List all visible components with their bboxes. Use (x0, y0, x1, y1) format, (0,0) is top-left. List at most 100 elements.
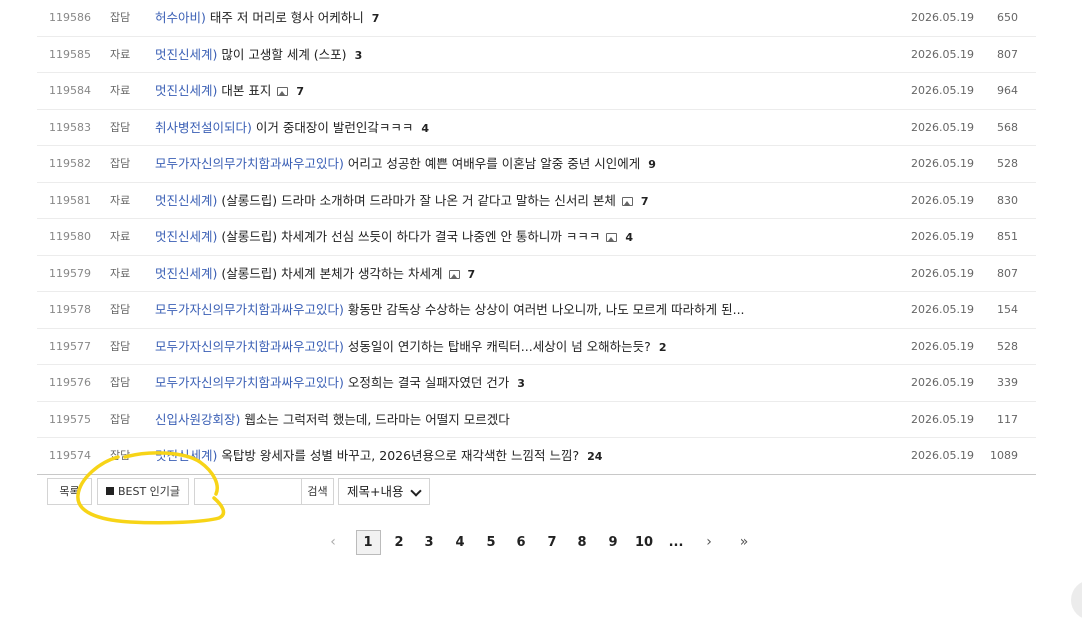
post-category: 자료 (110, 193, 131, 207)
post-tag-link[interactable]: 멋진신세계) (155, 266, 217, 281)
page-10[interactable]: 10 (633, 530, 655, 555)
post-views: 964 (997, 84, 1018, 97)
post-subject-link[interactable]: 옥탑방 왕세자를 성별 바꾸고, 2026년용으로 재각색한 느낌적 느낌? (221, 448, 579, 463)
post-date: 2026.05.19 (911, 449, 974, 462)
post-row[interactable]: 119586 잡담 허수아비) 태주 저 머리로 형사 어케하니 7 2026.05.1… (37, 0, 1036, 37)
post-subject-link[interactable]: 성동일이 연기하는 탑배우 캐릭터...세상이 넘 오해하는듯? (348, 339, 651, 354)
search-scope-value: 제목+내용 (347, 484, 404, 499)
post-row[interactable]: 119574 잡담 멋진신세계) 옥탑방 왕세자를 성별 바꾸고, 2026년용으로… (37, 438, 1036, 475)
post-row[interactable]: 119582 잡담 모두가자신의무가치함과싸우고있다) 어리고 성공한 예쁜 여배우… (37, 146, 1036, 183)
post-title[interactable]: 신입사원강회장) 웹소는 그럭저럭 했는데, 드라마는 어떨지 모르겠다 (155, 402, 895, 438)
post-row[interactable]: 119581 자료 멋진신세계) (살롱드립) 드라마 소개하며 드라마가 잘 나온… (37, 183, 1036, 220)
post-tag-link[interactable]: 멋진신세계) (155, 83, 217, 98)
post-number: 119582 (49, 157, 91, 170)
comment-count[interactable]: 7 (372, 12, 380, 25)
post-number: 119580 (49, 230, 91, 243)
post-tag-link[interactable]: 멋진신세계) (155, 229, 217, 244)
comment-count[interactable]: 9 (648, 158, 656, 171)
search-input[interactable] (194, 478, 302, 505)
post-subject-link[interactable]: 이거 중대장이 발런인갘ㅋㅋㅋ (256, 120, 413, 135)
page-9[interactable]: 9 (602, 530, 624, 555)
post-row[interactable]: 119575 잡담 신입사원강회장) 웹소는 그럭저럭 했는데, 드라마는 어떨지 … (37, 402, 1036, 438)
post-title[interactable]: 모두가자신의무가치함과싸우고있다) 어리고 성공한 예쁜 여배우를 이혼남 알중… (155, 146, 895, 183)
image-icon (277, 87, 289, 96)
post-row[interactable]: 119583 잡담 취사병전설이되다) 이거 중대장이 발런인갘ㅋㅋㅋ 4 2026.0… (37, 110, 1036, 147)
page-1[interactable]: 1 (355, 530, 381, 555)
post-subject-link[interactable]: (살롱드립) 차세계가 선심 쓰듯이 하다가 결국 나중엔 안 통하니까 ㅋㅋㅋ (221, 229, 600, 244)
post-date: 2026.05.19 (911, 84, 974, 97)
image-icon (606, 233, 618, 242)
post-subject-link[interactable]: 오정희는 결국 실패자였던 건가 (348, 375, 509, 390)
post-date: 2026.05.19 (911, 266, 974, 280)
last-page-button[interactable]: » (734, 530, 754, 555)
comment-count[interactable]: 7 (641, 195, 649, 208)
post-subject-link[interactable]: 황동만 감독상 수상하는 상상이 여러번 나오니까, 나도 모르게 따라하게 된… (348, 302, 745, 317)
post-number: 119577 (49, 339, 91, 353)
post-subject-link[interactable]: 태주 저 머리로 형사 어케하니 (210, 10, 364, 25)
post-tag-link[interactable]: 모두가자신의무가치함과싸우고있다) (155, 302, 344, 317)
post-row[interactable]: 119585 자료 멋진신세계) 많이 고생할 세계 (스포) 3 2026.05.19… (37, 37, 1036, 74)
post-tag-link[interactable]: 멋진신세계) (155, 448, 217, 463)
post-tag-link[interactable]: 모두가자신의무가치함과싸우고있다) (155, 156, 344, 171)
post-title[interactable]: 취사병전설이되다) 이거 중대장이 발런인갘ㅋㅋㅋ 4 (155, 110, 895, 147)
list-button[interactable]: 목록 (47, 478, 92, 505)
post-row[interactable]: 119579 자료 멋진신세계) (살롱드립) 차세계 본체가 생각하는 차세계 7 2… (37, 256, 1036, 293)
post-subject-link[interactable]: 어리고 성공한 예쁜 여배우를 이혼남 알중 중년 시인에게 (348, 156, 640, 171)
page-5[interactable]: 5 (480, 530, 502, 555)
post-views: 851 (997, 230, 1018, 243)
page-7[interactable]: 7 (541, 530, 563, 555)
post-list: 119586 잡담 허수아비) 태주 저 머리로 형사 어케하니 7 2026.05.1… (37, 0, 1036, 475)
best-posts-button[interactable]: BEST 인기글 (97, 478, 189, 505)
post-subject-link[interactable]: 웹소는 그럭저럭 했는데, 드라마는 어떨지 모르겠다 (244, 412, 509, 427)
post-tag-link[interactable]: 신입사원강회장) (155, 412, 240, 427)
search-scope-select[interactable]: 제목+내용 (338, 478, 430, 505)
post-views: 807 (997, 266, 1018, 280)
post-subject-link[interactable]: 대본 표지 (221, 83, 271, 98)
post-title[interactable]: 멋진신세계) 옥탑방 왕세자를 성별 바꾸고, 2026년용으로 재각색한 느낌… (155, 438, 895, 475)
post-title[interactable]: 멋진신세계) (살롱드립) 차세계가 선심 쓰듯이 하다가 결국 나중엔 안 통… (155, 219, 895, 256)
post-title[interactable]: 멋진신세계) (살롱드립) 드라마 소개하며 드라마가 잘 나온 거 같다고 말… (155, 183, 895, 220)
post-title[interactable]: 모두가자신의무가치함과싸우고있다) 황동만 감독상 수상하는 상상이 여러번 나… (155, 292, 895, 328)
post-title[interactable]: 허수아비) 태주 저 머리로 형사 어케하니 7 (155, 0, 895, 37)
post-date: 2026.05.19 (911, 120, 974, 134)
post-title[interactable]: 멋진신세계) (살롱드립) 차세계 본체가 생각하는 차세계 7 (155, 256, 895, 293)
page-8[interactable]: 8 (571, 530, 593, 555)
post-title[interactable]: 모두가자신의무가치함과싸우고있다) 오정희는 결국 실패자였던 건가 3 (155, 365, 895, 402)
post-tag-link[interactable]: 멋진신세계) (155, 47, 217, 62)
post-tag-link[interactable]: 멋진신세계) (155, 193, 217, 208)
page-4[interactable]: 4 (449, 530, 471, 555)
comment-count[interactable]: 4 (625, 231, 633, 244)
comment-count[interactable]: 7 (296, 85, 304, 98)
comment-count[interactable]: 3 (355, 49, 363, 62)
search-button[interactable]: 검색 (302, 478, 334, 505)
page-3[interactable]: 3 (418, 530, 440, 555)
comment-count[interactable]: 2 (659, 341, 667, 354)
post-number: 119583 (49, 120, 91, 134)
post-tag-link[interactable]: 취사병전설이되다) (155, 120, 252, 135)
post-tag-link[interactable]: 허수아비) (155, 10, 206, 25)
post-row[interactable]: 119577 잡담 모두가자신의무가치함과싸우고있다) 성동일이 연기하는 탑배우 … (37, 329, 1036, 366)
post-number: 119576 (49, 376, 91, 389)
floating-button[interactable] (1071, 580, 1082, 620)
post-row[interactable]: 119576 잡담 모두가자신의무가치함과싸우고있다) 오정희는 결국 실패자였던 … (37, 365, 1036, 402)
post-title[interactable]: 멋진신세계) 대본 표지 7 (155, 73, 895, 110)
comment-count[interactable]: 24 (587, 450, 602, 463)
post-row[interactable]: 119580 자료 멋진신세계) (살롱드립) 차세계가 선심 쓰듯이 하다가 결국… (37, 219, 1036, 256)
post-row[interactable]: 119584 자료 멋진신세계) 대본 표지 7 2026.05.19 964 (37, 73, 1036, 110)
page-6[interactable]: 6 (510, 530, 532, 555)
post-subject-link[interactable]: (살롱드립) 차세계 본체가 생각하는 차세계 (221, 266, 442, 281)
post-subject-link[interactable]: (살롱드립) 드라마 소개하며 드라마가 잘 나온 거 같다고 말하는 신서리 … (221, 193, 616, 208)
prev-page-button[interactable]: ‹ (323, 530, 343, 555)
post-subject-link[interactable]: 많이 고생할 세계 (스포) (221, 47, 346, 62)
comment-count[interactable]: 7 (468, 268, 476, 281)
next-page-button[interactable]: › (699, 530, 719, 555)
comment-count[interactable]: 4 (421, 122, 429, 135)
post-title[interactable]: 멋진신세계) 많이 고생할 세계 (스포) 3 (155, 37, 895, 74)
page-2[interactable]: 2 (388, 530, 410, 555)
pagination-ellipsis[interactable]: ... (665, 530, 687, 555)
post-tag-link[interactable]: 모두가자신의무가치함과싸우고있다) (155, 375, 344, 390)
post-row[interactable]: 119578 잡담 모두가자신의무가치함과싸우고있다) 황동만 감독상 수상하는 상… (37, 292, 1036, 329)
post-tag-link[interactable]: 모두가자신의무가치함과싸우고있다) (155, 339, 344, 354)
post-title[interactable]: 모두가자신의무가치함과싸우고있다) 성동일이 연기하는 탑배우 캐릭터...세상… (155, 329, 895, 366)
comment-count[interactable]: 3 (517, 377, 525, 390)
